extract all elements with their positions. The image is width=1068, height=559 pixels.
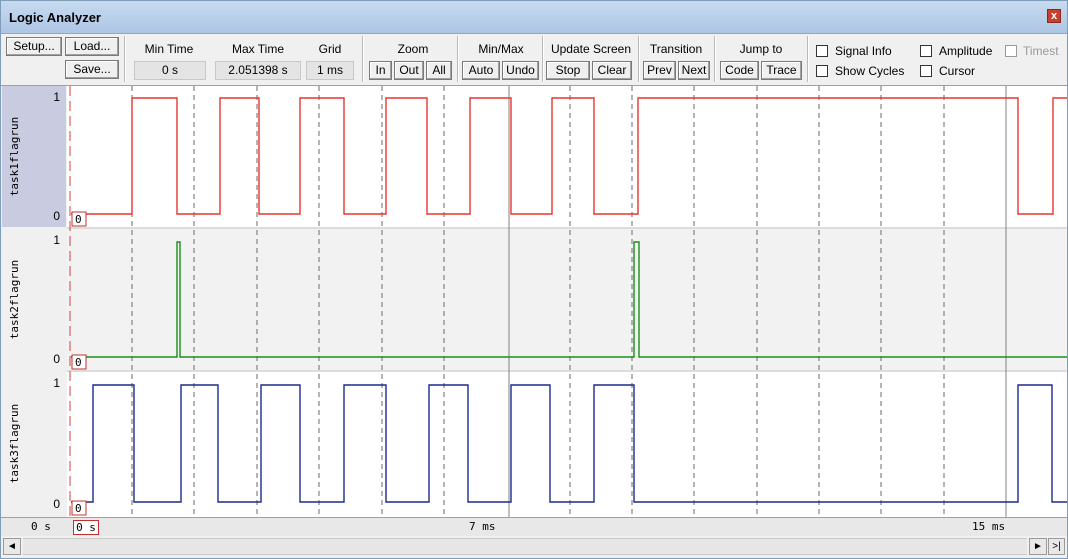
scroll-end-icon[interactable]: >|	[1048, 538, 1065, 555]
max-time-label: Max Time	[231, 42, 284, 56]
save-button[interactable]: Save...	[65, 60, 119, 79]
timestamp-checkbox[interactable]	[1005, 45, 1017, 57]
toolbar-separator	[714, 36, 716, 82]
clear-button[interactable]: Clear	[592, 61, 632, 80]
undo-button[interactable]: Undo	[502, 61, 539, 80]
load-button[interactable]: Load...	[65, 37, 119, 56]
signal-info-checkbox[interactable]	[816, 45, 828, 57]
amplitude-label: Amplitude	[939, 44, 993, 58]
title-bar: Logic Analyzer x	[1, 1, 1067, 34]
start-value-text: 0	[75, 213, 82, 226]
axis-left-time: 0 s	[31, 520, 51, 533]
toolbar-separator	[457, 36, 459, 82]
signal-low-level: 0	[53, 352, 60, 366]
amplitude-checkbox[interactable]	[920, 45, 932, 57]
signal-label: task1flagrun	[8, 116, 22, 197]
signal-name-task2[interactable]: task2flagrun 1 0	[2, 229, 66, 370]
signal-high-level: 1	[53, 233, 60, 247]
close-icon[interactable]: x	[1047, 9, 1061, 23]
show-cycles-checkbox[interactable]	[816, 65, 828, 77]
cursor-label: Cursor	[939, 64, 976, 78]
scroll-right-icon[interactable]: ►	[1029, 538, 1047, 555]
auto-button[interactable]: Auto	[462, 61, 500, 80]
signal-low-level: 0	[53, 497, 60, 511]
zoom-in-button[interactable]: In	[369, 61, 392, 80]
horizontal-scrollbar[interactable]: ◄ ► >|	[1, 536, 1067, 558]
toolbar-separator	[124, 36, 126, 82]
grid-label: Grid	[318, 42, 342, 56]
jump-code-button[interactable]: Code	[720, 61, 759, 80]
signal-label: task3flagrun	[8, 403, 22, 484]
jump-to-label: Jump to	[739, 42, 783, 56]
lane-background-task3	[67, 372, 1067, 517]
signal-low-level: 0	[53, 209, 60, 223]
update-screen-label: Update Screen	[550, 42, 632, 56]
setup-button[interactable]: Setup...	[6, 37, 62, 56]
minmax-label: Min/Max	[478, 42, 524, 56]
signal-name-task3[interactable]: task3flagrun 1 0	[2, 372, 66, 515]
logic-analyzer-window: Logic Analyzer x Setup... Load... Save..…	[0, 0, 1068, 559]
zoom-label: Zoom	[397, 42, 429, 56]
toolbar-separator	[807, 36, 809, 82]
signal-high-level: 1	[53, 376, 60, 390]
prev-transition-button[interactable]: Prev	[643, 61, 676, 80]
next-transition-button[interactable]: Next	[678, 61, 710, 80]
stop-button[interactable]: Stop	[546, 61, 590, 80]
toolbar: Setup... Load... Save... Min Time 0 s Ma…	[1, 34, 1067, 86]
start-value-box-task3: 0	[71, 500, 87, 516]
toolbar-separator	[638, 36, 640, 82]
scroll-track[interactable]	[23, 538, 1027, 555]
start-value-text: 0	[75, 502, 82, 515]
zoom-out-button[interactable]: Out	[394, 61, 424, 80]
signal-info-label: Signal Info	[835, 44, 892, 58]
signal-name-column: task1flagrun 1 0 task2flagrun 1 0 task3f…	[1, 86, 67, 517]
time-axis: 0 s 0 s 7 ms 15 ms	[1, 517, 1067, 536]
start-value-text: 0	[75, 356, 82, 369]
signal-name-task1[interactable]: task1flagrun 1 0	[2, 86, 66, 227]
show-cycles-label: Show Cycles	[835, 64, 905, 78]
axis-tick-label: 15 ms	[972, 520, 1006, 533]
axis-start-marker: 0 s	[73, 520, 99, 535]
lane-background-task2	[67, 229, 1067, 370]
min-time-label: Min Time	[144, 42, 194, 56]
cursor-checkbox[interactable]	[920, 65, 932, 77]
jump-trace-button[interactable]: Trace	[761, 61, 802, 80]
signal-label: task2flagrun	[8, 259, 22, 340]
max-time-value: 2.051398 s	[215, 61, 301, 80]
transition-label: Transition	[649, 42, 703, 56]
min-time-value: 0 s	[134, 61, 206, 80]
toolbar-separator	[542, 36, 544, 82]
start-value-box-task2: 0	[71, 354, 87, 370]
timestamp-label: Timest	[1023, 44, 1059, 58]
window-title: Logic Analyzer	[9, 10, 101, 25]
zoom-all-button[interactable]: All	[426, 61, 452, 80]
grid-value: 1 ms	[306, 61, 354, 80]
start-value-box-task1: 0	[71, 211, 87, 227]
axis-tick-label: 7 ms	[469, 520, 496, 533]
scroll-left-icon[interactable]: ◄	[3, 538, 21, 555]
lane-background-task1	[67, 86, 1067, 227]
toolbar-separator	[362, 36, 364, 82]
signal-high-level: 1	[53, 90, 60, 104]
waveform-area[interactable]: 0 0 0	[67, 86, 1067, 517]
